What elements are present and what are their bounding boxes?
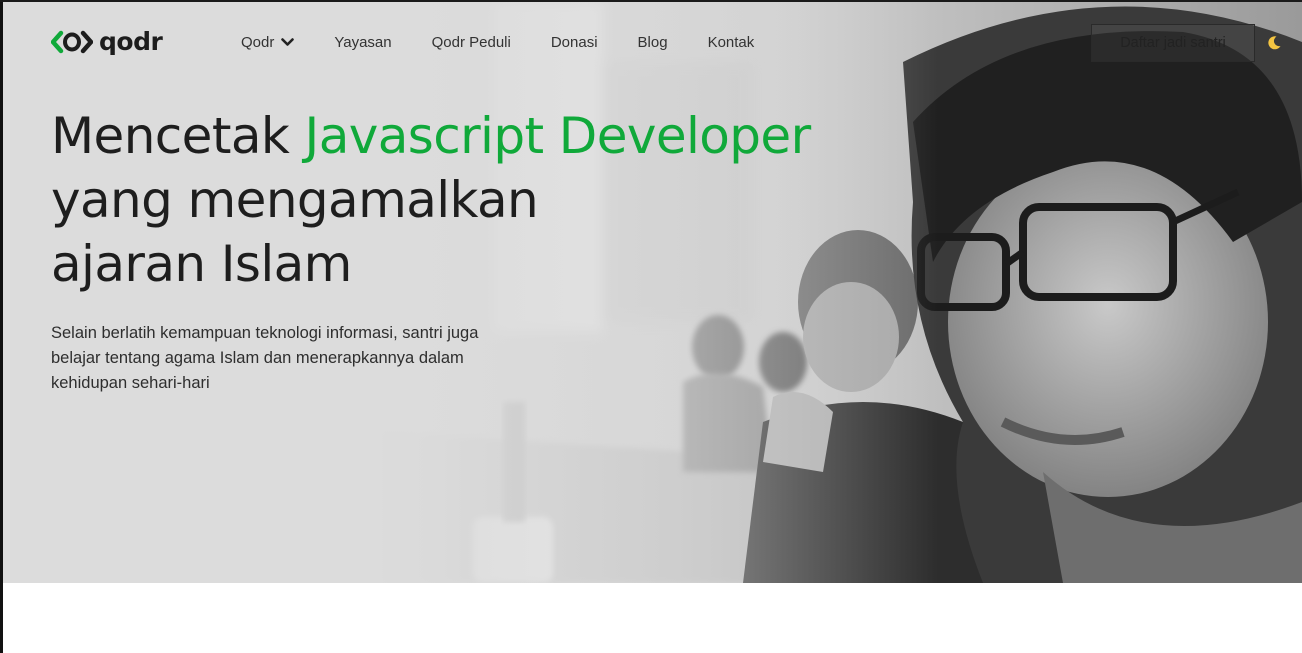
headline-accent: Javascript Developer (304, 107, 812, 165)
nav-item-yayasan[interactable]: Yayasan (334, 34, 391, 51)
nav-item-kontak[interactable]: Kontak (708, 34, 755, 51)
main-menu: Qodr Yayasan Qodr Peduli Donasi Blog Kon… (241, 32, 794, 52)
nav-item-donasi[interactable]: Donasi (551, 34, 598, 51)
nav-item-label: Qodr Peduli (431, 33, 511, 51)
headline-line-3: ajaran Islam (51, 235, 352, 293)
brand-logo[interactable]: qodr (51, 27, 163, 57)
moon-icon[interactable] (1266, 35, 1282, 51)
nav-item-label: Donasi (550, 33, 598, 51)
hero-headline: Mencetak Javascript Developer yang menga… (51, 104, 871, 296)
nav-item-label: Kontak (707, 33, 755, 51)
headline-prefix: Mencetak (51, 107, 305, 165)
hero-description: Selain berlatih kemampuan teknologi info… (51, 324, 479, 392)
nav-item-label: Blog (637, 33, 668, 51)
nav-item-blog[interactable]: Blog (638, 34, 668, 51)
nav-item-label: Qodr (241, 33, 275, 51)
chevron-down-icon (281, 37, 295, 46)
nav-item-label: Yayasan (334, 33, 392, 51)
brand-name: qodr (99, 27, 163, 56)
nav-item-qodr[interactable]: Qodr (241, 33, 295, 51)
nav-item-qodr-peduli[interactable]: Qodr Peduli (432, 34, 511, 51)
headline-line-2: yang mengamalkan (51, 171, 539, 229)
register-santri-button[interactable]: Daftar jadi santri (1091, 24, 1255, 62)
code-brackets-icon (51, 30, 93, 54)
viewport-edge (0, 0, 3, 653)
page: qodr Qodr Yayasan Qodr Peduli Donasi Blo… (0, 0, 1302, 653)
top-navigation: qodr Qodr Yayasan Qodr Peduli Donasi Blo… (0, 0, 1302, 84)
